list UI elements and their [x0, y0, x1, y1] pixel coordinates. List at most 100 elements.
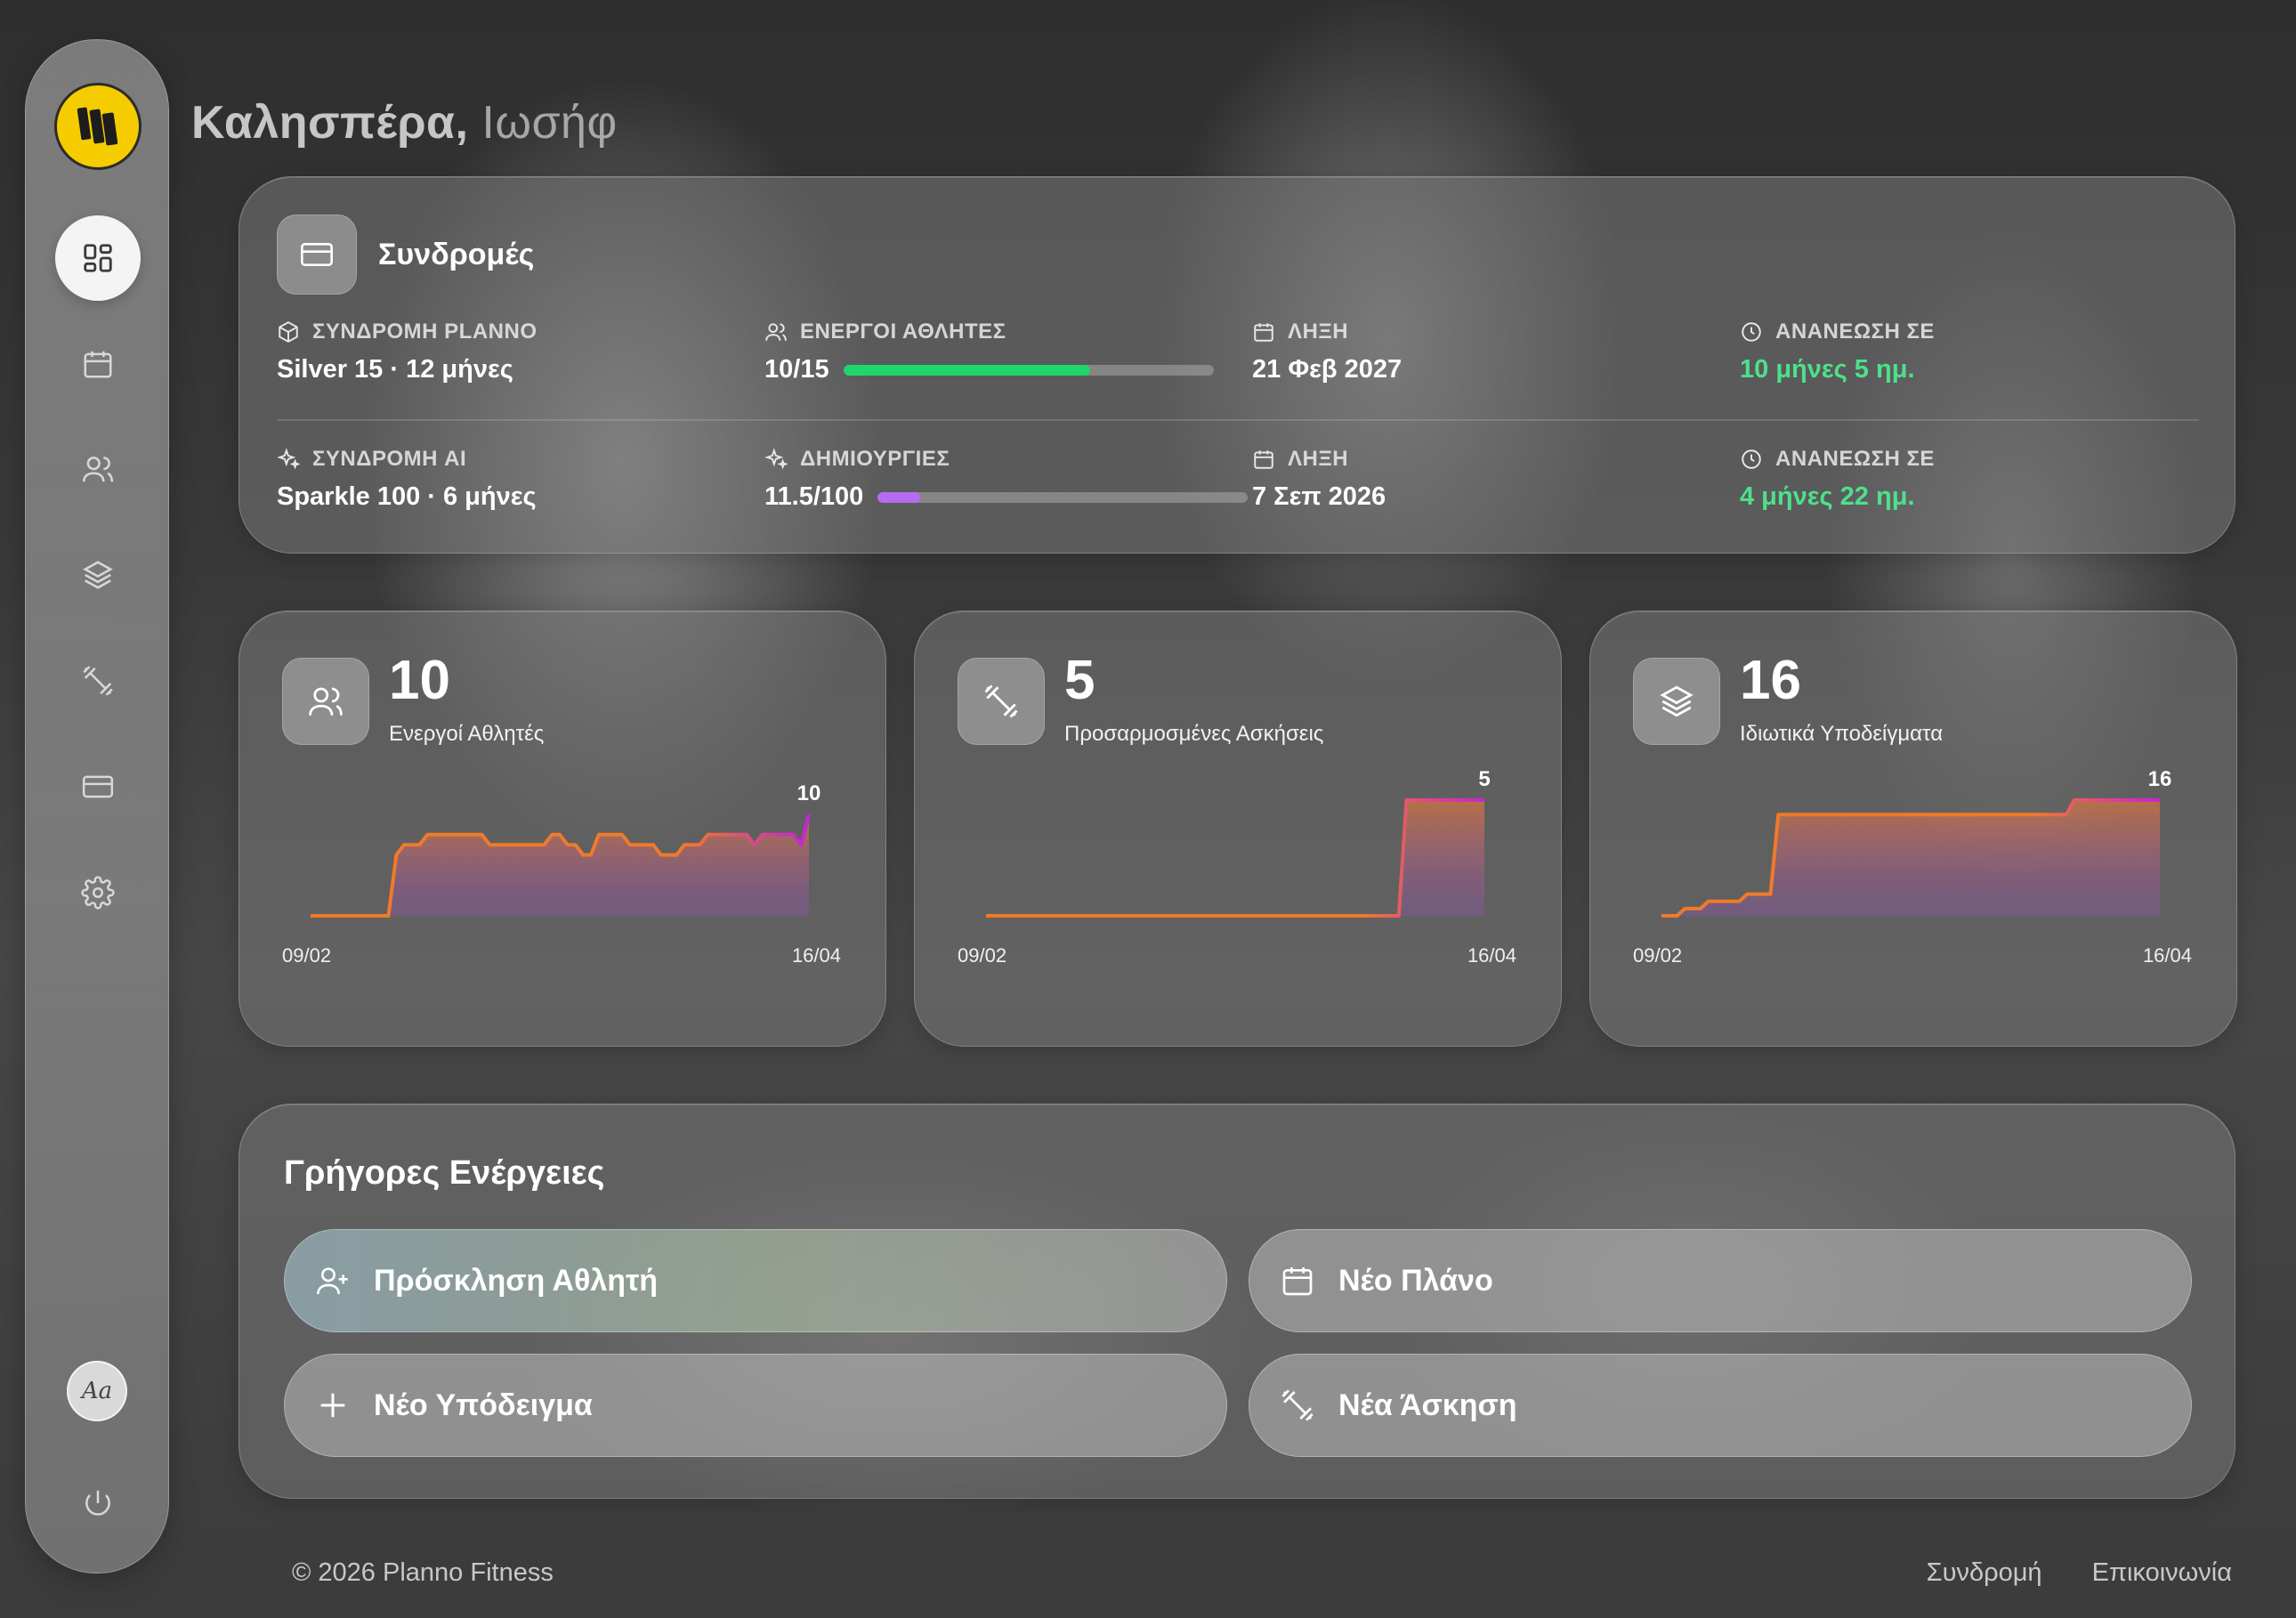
- usage-progress-bar: [877, 491, 1249, 503]
- x-axis-end-label: 16/04: [791, 944, 841, 967]
- power-icon: [85, 1490, 110, 1516]
- plan-value: Sparkle 100 · 6 μήνες: [277, 482, 537, 511]
- sidebar-item-settings[interactable]: [55, 850, 141, 935]
- dumbbell-icon: [83, 666, 113, 696]
- plan-label: ΣΥΝΔΡΟΜΗ PLANNO: [312, 320, 538, 344]
- logout-button[interactable]: [55, 1464, 141, 1542]
- sidebar-item-templates[interactable]: [55, 532, 141, 618]
- usage-cell: ΕΝΕΡΓΟΙ ΑΘΛΗΤΕΣ 10/15: [764, 320, 1214, 384]
- usage-value: 11.5/100: [764, 482, 864, 511]
- users-icon: [82, 457, 114, 482]
- clock-icon: [1742, 449, 1761, 469]
- renew-value: 10 μήνες 5 ημ.: [1740, 355, 1915, 384]
- expiry-cell: ΛΗΞΗ 7 Σεπ 2026: [1252, 447, 1386, 512]
- expiry-value: 21 Φεβ 2027: [1252, 355, 1403, 384]
- clock-icon: [1742, 322, 1761, 342]
- usage-value: 10/15: [764, 355, 829, 384]
- quick-actions-title: Γρήγορες Ενέργειες: [284, 1154, 605, 1192]
- new-exercise-label: Νέα Άσκηση: [1338, 1387, 1517, 1422]
- plan-value: Silver 15 · 12 μήνες: [277, 355, 513, 384]
- x-axis-end-label: 16/04: [1467, 944, 1516, 967]
- greeting-prefix: Καλησπέρα,: [191, 97, 469, 149]
- font-size-button[interactable]: Aa: [67, 1361, 127, 1421]
- copyright: © 2026 Planno Fitness: [292, 1557, 554, 1587]
- calendar-icon: [1254, 323, 1273, 342]
- stat-card-exercises[interactable]: 5 Προσαρμοσμένες Ασκήσεις 5 09/02 16/04: [914, 611, 1562, 1047]
- renew-label: ΑΝΑΝΕΩΣΗ ΣΕ: [1775, 320, 1935, 344]
- sparkline-end-label: 10: [797, 781, 821, 805]
- subscriptions-icon-box: [277, 214, 357, 295]
- greeting: Καλησπέρα, Ιωσήφ: [191, 96, 618, 150]
- sidebar-item-dashboard[interactable]: [55, 215, 141, 301]
- sparkline-end-label: 5: [1478, 767, 1490, 791]
- layers-icon: [83, 561, 113, 589]
- subscriptions-title: Συνδρομές: [378, 237, 535, 271]
- divider: [277, 419, 2199, 421]
- logo-icon[interactable]: [54, 83, 141, 170]
- credit-card-icon: [82, 775, 114, 798]
- footer-link-contact[interactable]: Επικοινωνία: [2092, 1558, 2232, 1587]
- expiry-label: ΛΗΞΗ: [1288, 447, 1349, 471]
- sparkline-area: [1677, 800, 2160, 916]
- stat-card-athletes[interactable]: 10 Ενεργοί Αθλητές 10 09/02 16/04: [238, 611, 886, 1047]
- usage-cell: ΔΗΜΙΟΥΡΓΙΕΣ 11.5/100: [764, 447, 1249, 512]
- sidebar-item-calendar[interactable]: [55, 321, 141, 407]
- sparkles-icon: [277, 448, 300, 470]
- sparkline-area: [1398, 800, 1484, 916]
- plus-icon: [320, 1393, 345, 1418]
- footer-link-subscription[interactable]: Συνδρομή: [1927, 1558, 2042, 1587]
- usage-progress-fill: [877, 491, 921, 503]
- x-axis-end-label: 16/04: [2142, 944, 2192, 967]
- sparkline-area: [388, 814, 809, 916]
- dumbbell-icon: [1281, 1389, 1314, 1421]
- renew-label: ΑΝΑΝΕΩΣΗ ΣΕ: [1775, 447, 1935, 471]
- subscriptions-header: Συνδρομές: [277, 214, 534, 295]
- stat-sparkline: 10: [311, 781, 821, 918]
- calendar-icon: [1282, 1267, 1313, 1296]
- usage-progress-bar: [843, 364, 1214, 376]
- expiry-label: ΛΗΞΗ: [1288, 320, 1349, 344]
- quick-actions-card: Γρήγορες Ενέργειες Πρόσκληση Αθλητή Νέο …: [238, 1104, 2235, 1499]
- box-icon: [279, 321, 298, 343]
- sparkline-end-label: 16: [2148, 767, 2172, 791]
- renew-cell: ΑΝΑΝΕΩΣΗ ΣΕ 4 μήνες 22 ημ.: [1740, 447, 1935, 512]
- expiry-value: 7 Σεπ 2026: [1252, 482, 1386, 511]
- subscription-row-ai: ΣΥΝΔΡΟΜΗ AI Sparkle 100 · 6 μήνες ΔΗΜΙΟΥ…: [277, 447, 2199, 518]
- usage-label: ΔΗΜΙΟΥΡΓΙΕΣ: [800, 447, 950, 471]
- subscriptions-card: Συνδρομές ΣΥΝΔΡΟΜΗ PLANNO Silver 15 · 12…: [238, 176, 2235, 554]
- dashboard-icon: [84, 244, 112, 272]
- plan-label: ΣΥΝΔΡΟΜΗ AI: [312, 447, 467, 471]
- stat-sparkline: 5: [986, 767, 1491, 918]
- new-template-label: Νέο Υπόδειγμα: [374, 1387, 593, 1422]
- renew-value: 4 μήνες 22 ημ.: [1740, 482, 1915, 511]
- usage-label: ΕΝΕΡΓΟΙ ΑΘΛΗΤΕΣ: [800, 320, 1007, 344]
- new-exercise-button[interactable]: Νέα Άσκηση: [1249, 1354, 2192, 1457]
- stat-card-templates[interactable]: 16 Ιδιωτικά Υποδείγματα 16 09/02 16/04: [1589, 611, 2237, 1047]
- plan-cell: ΣΥΝΔΡΟΜΗ AI Sparkle 100 · 6 μήνες: [277, 447, 537, 512]
- invite-athlete-label: Πρόσκληση Αθλητή: [374, 1263, 659, 1298]
- greeting-name: Ιωσήφ: [481, 97, 618, 149]
- sidebar: Aa: [25, 39, 169, 1574]
- calendar-icon: [1254, 450, 1273, 469]
- x-axis-start-label: 09/02: [282, 944, 332, 967]
- footer: © 2026 Planno Fitness Συνδρομή Επικοινων…: [212, 1527, 2296, 1618]
- invite-athlete-button[interactable]: Πρόσκληση Αθλητή: [284, 1229, 1227, 1332]
- sidebar-item-billing[interactable]: [55, 744, 141, 829]
- plan-cell: ΣΥΝΔΡΟΜΗ PLANNO Silver 15 · 12 μήνες: [277, 320, 538, 384]
- credit-card-icon: [301, 243, 333, 266]
- sidebar-item-athletes[interactable]: [55, 426, 141, 512]
- sparkles-icon: [764, 448, 788, 470]
- sidebar-item-exercises[interactable]: [55, 638, 141, 724]
- stat-sparkline: 16: [1661, 767, 2172, 918]
- new-plan-label: Νέο Πλάνο: [1338, 1263, 1493, 1298]
- footer-links: Συνδρομή Επικοινωνία: [1884, 1558, 2232, 1588]
- usage-progress-fill: [843, 364, 1091, 376]
- new-plan-button[interactable]: Νέο Πλάνο: [1249, 1229, 2192, 1332]
- new-template-button[interactable]: Νέο Υπόδειγμα: [284, 1354, 1227, 1457]
- user-plus-icon: [317, 1267, 348, 1295]
- renew-cell: ΑΝΑΝΕΩΣΗ ΣΕ 10 μήνες 5 ημ.: [1740, 320, 1935, 384]
- gear-icon: [81, 876, 115, 910]
- x-axis-start-label: 09/02: [958, 944, 1007, 967]
- expiry-cell: ΛΗΞΗ 21 Φεβ 2027: [1252, 320, 1402, 384]
- x-axis-start-label: 09/02: [1633, 944, 1683, 967]
